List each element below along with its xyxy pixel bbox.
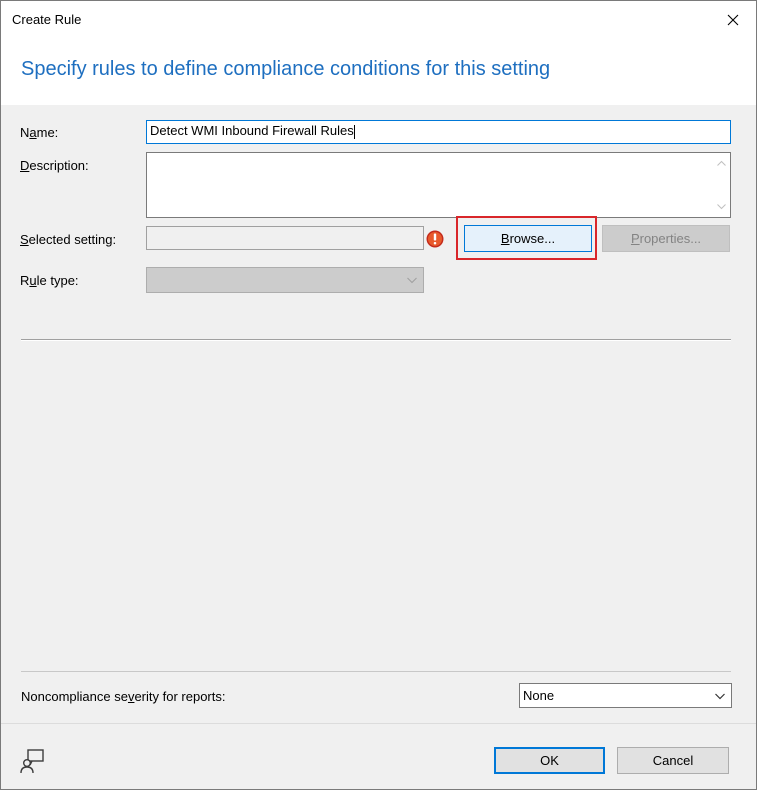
close-icon[interactable] [727, 14, 739, 26]
description-label: Description: [20, 158, 89, 173]
chevron-down-icon [407, 277, 417, 284]
close-button[interactable] [710, 1, 756, 39]
window-title: Create Rule [12, 12, 82, 27]
selected-setting-input [146, 226, 424, 250]
chevron-down-icon[interactable] [714, 690, 726, 702]
header-panel: Specify rules to define compliance condi… [1, 39, 756, 105]
rule-type-dropdown [146, 267, 424, 293]
severity-divider [21, 671, 731, 672]
footer-divider [1, 723, 756, 724]
browse-label: Browse... [500, 231, 556, 246]
create-rule-dialog: Create Rule Specify rules to define comp… [0, 0, 757, 790]
selected-setting-label: Selected setting: [20, 232, 117, 247]
name-input-text: Detect WMI Inbound Firewall Rules [150, 123, 355, 139]
name-input[interactable]: Detect WMI Inbound Firewall Rules [146, 120, 731, 144]
scroll-up-icon[interactable] [713, 155, 730, 172]
help-user-icon[interactable] [19, 748, 45, 774]
title-bar: Create Rule [1, 1, 756, 39]
properties-button: Properties... [602, 225, 730, 252]
severity-dropdown[interactable]: None [519, 683, 732, 708]
form-divider-highlight [21, 340, 731, 341]
properties-label: Properties... [630, 231, 702, 246]
ok-label: OK [540, 753, 559, 768]
scroll-down-icon[interactable] [713, 198, 730, 215]
severity-label: Noncompliance severity for reports: [21, 689, 226, 704]
name-label: Name: [20, 125, 59, 140]
description-scrollbar[interactable] [713, 153, 730, 217]
ok-button[interactable]: OK [494, 747, 605, 774]
rule-type-label: Rule type: [20, 273, 79, 288]
severity-value: None [523, 688, 555, 703]
browse-button[interactable]: Browse... [464, 225, 592, 252]
cancel-label: Cancel [652, 753, 694, 768]
cancel-button[interactable]: Cancel [617, 747, 729, 774]
error-icon [426, 230, 444, 248]
description-input[interactable] [146, 152, 731, 218]
page-title: Specify rules to define compliance condi… [21, 58, 551, 80]
text-caret [353, 124, 355, 139]
